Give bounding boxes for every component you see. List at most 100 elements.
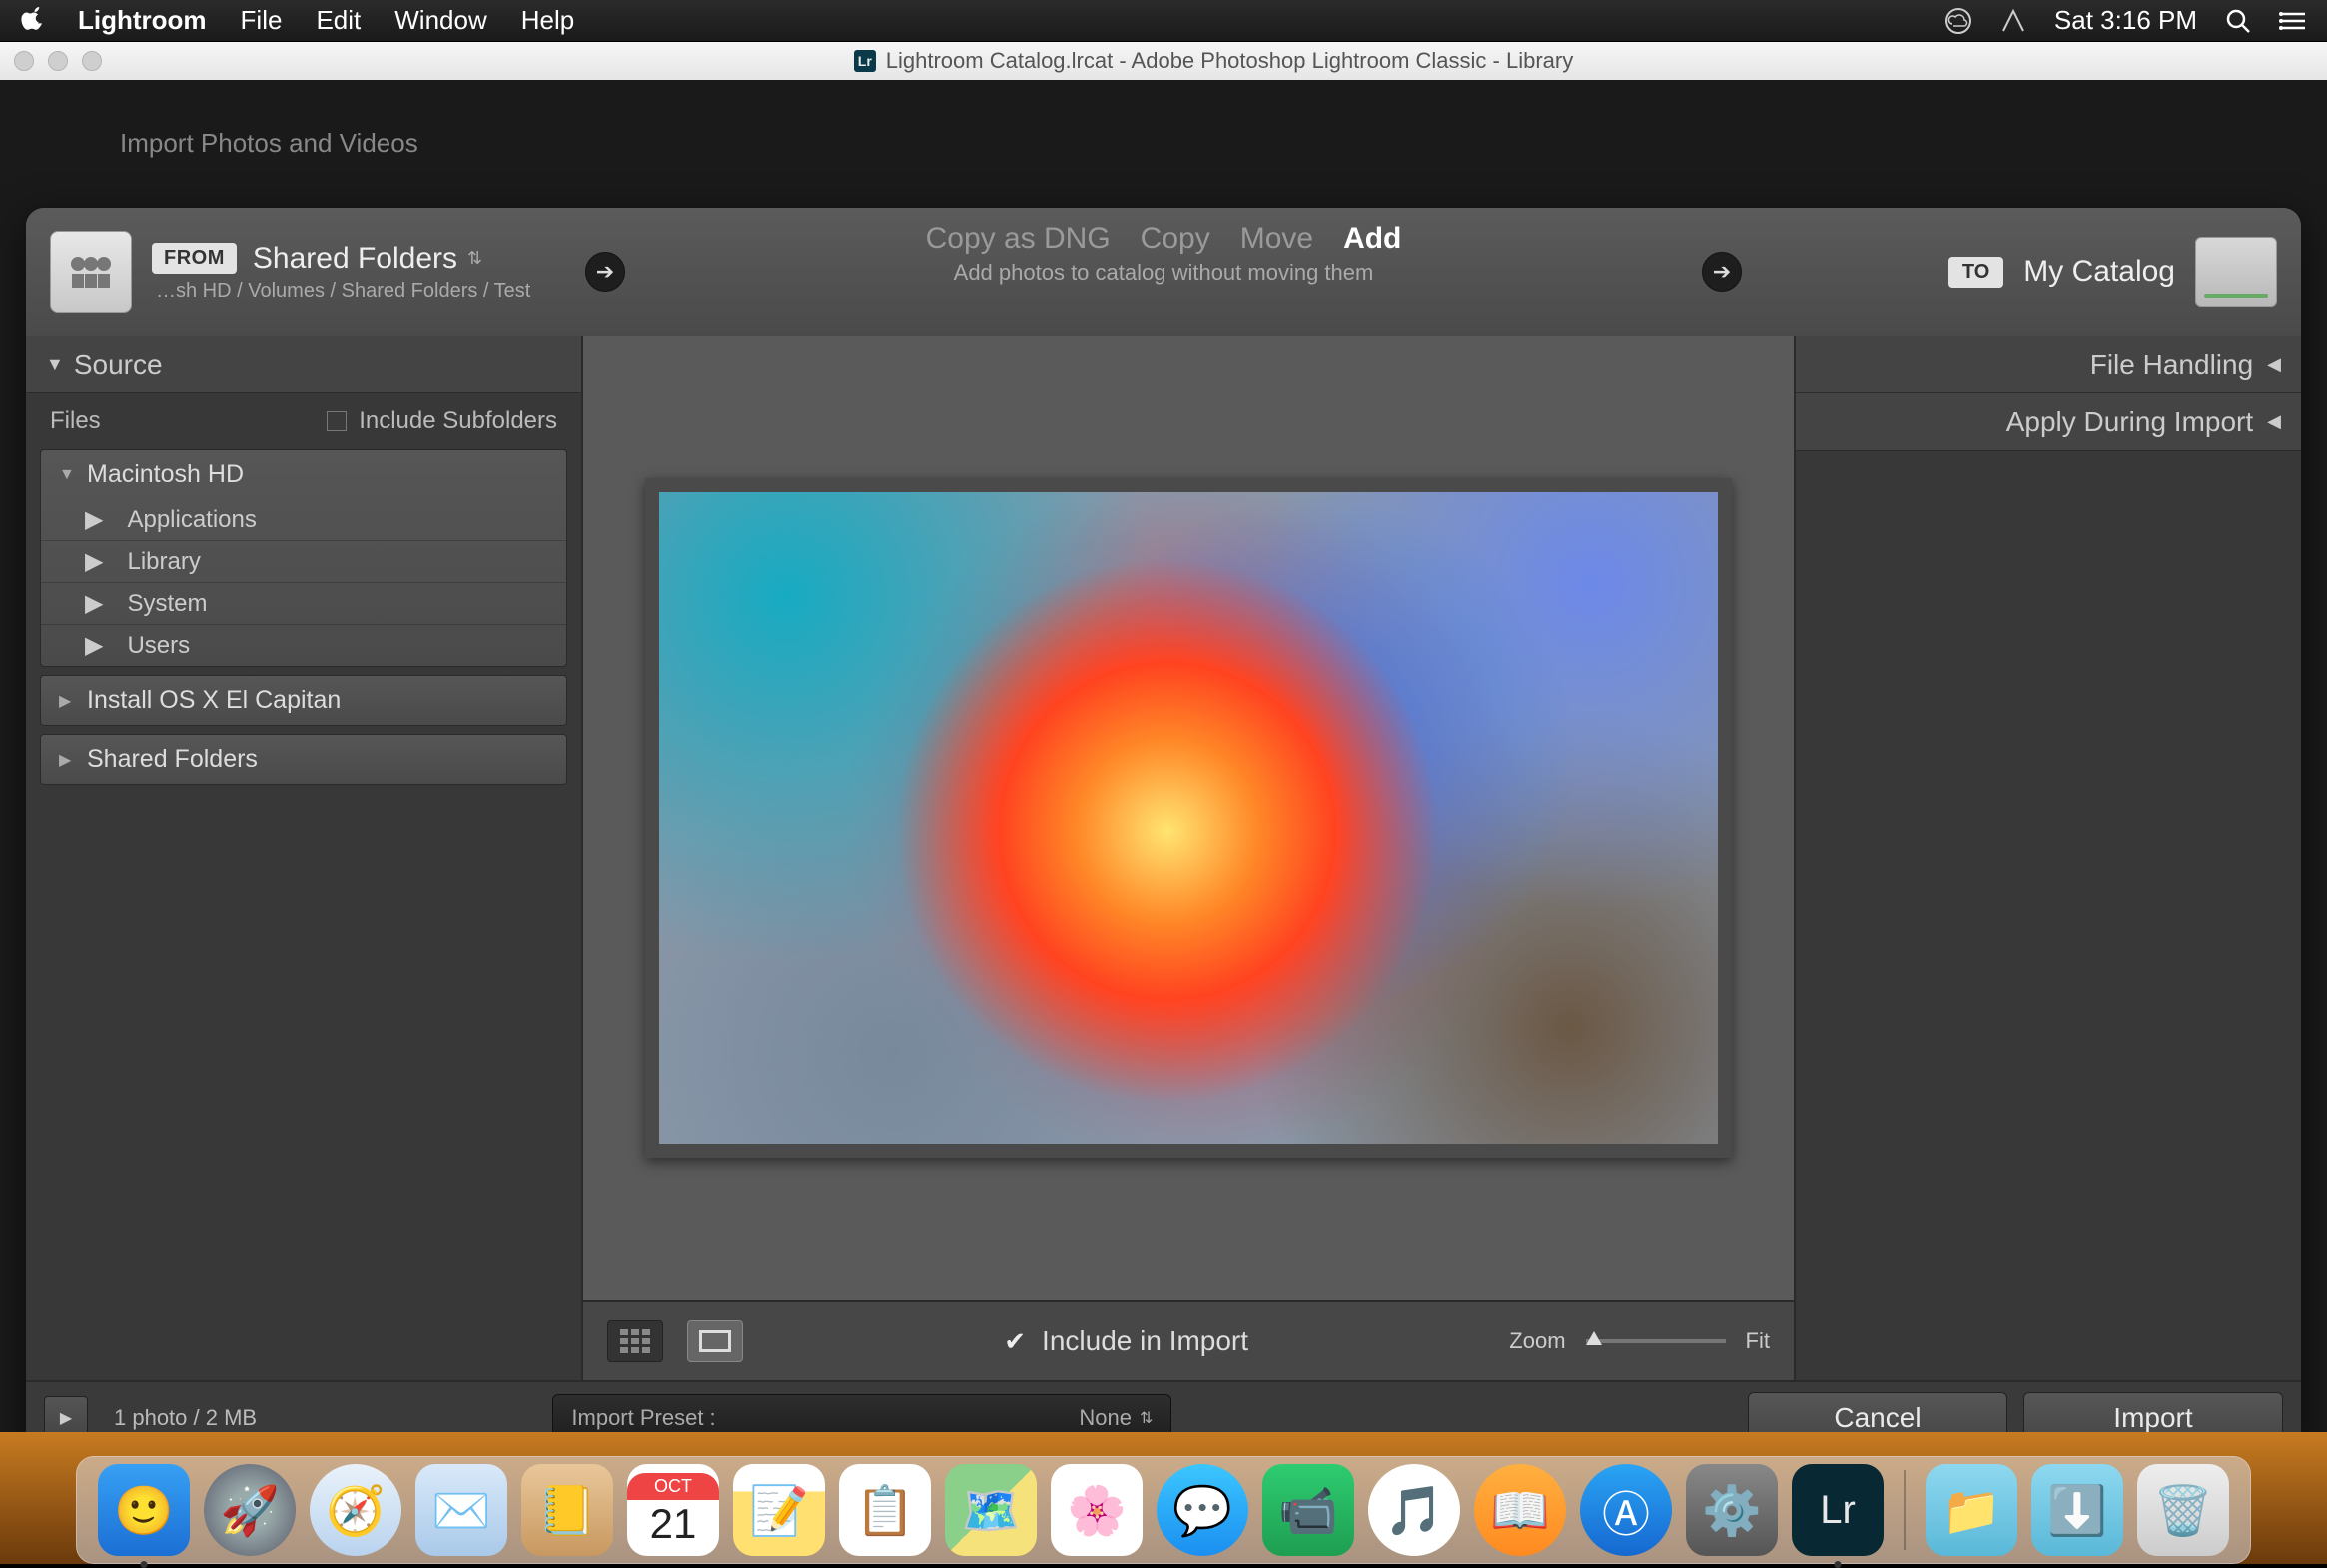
tree-label: Users bbox=[127, 632, 190, 660]
menu-file[interactable]: File bbox=[241, 5, 283, 36]
tree-row[interactable]: ▶ Shared Folders bbox=[41, 735, 566, 784]
menubar-app-name[interactable]: Lightroom bbox=[78, 5, 207, 36]
triangle-down-icon: ▼ bbox=[46, 354, 64, 375]
grid-view-button[interactable] bbox=[607, 1320, 663, 1362]
calendar-month: OCT bbox=[627, 1473, 719, 1500]
tree-node-shared-folders: ▶ Shared Folders bbox=[40, 734, 567, 785]
triangle-right-icon: ▶ bbox=[59, 691, 75, 711]
panel-title: Apply During Import bbox=[2006, 406, 2253, 438]
dock-reminders-icon[interactable]: 📋 bbox=[839, 1464, 931, 1556]
photo-thumbnail[interactable] bbox=[645, 478, 1732, 1158]
file-handling-panel-header[interactable]: File Handling ◀ bbox=[1796, 336, 2301, 393]
tree-label: Library bbox=[127, 548, 200, 576]
menu-help[interactable]: Help bbox=[521, 5, 574, 36]
preset-label: Import Preset : bbox=[571, 1405, 715, 1431]
dock-mail-icon[interactable]: ✉️ bbox=[415, 1464, 507, 1556]
menu-edit[interactable]: Edit bbox=[316, 5, 361, 36]
thumbnail-area bbox=[583, 336, 1794, 1300]
window-close-button[interactable] bbox=[14, 51, 34, 71]
loupe-view-button[interactable] bbox=[687, 1320, 743, 1362]
dock-ibooks-icon[interactable]: 📖 bbox=[1474, 1464, 1566, 1556]
mode-copy[interactable]: Copy bbox=[1141, 222, 1210, 256]
lightroom-badge-icon: Lr bbox=[854, 50, 876, 72]
include-subfolders-checkbox[interactable]: Include Subfolders bbox=[327, 407, 557, 435]
mode-add[interactable]: Add bbox=[1343, 222, 1401, 256]
dock-facetime-icon[interactable]: 📹 bbox=[1262, 1464, 1354, 1556]
macos-menubar: Lightroom File Edit Window Help Sat 3:16… bbox=[0, 0, 2327, 42]
apply-during-import-panel-header[interactable]: Apply During Import ◀ bbox=[1796, 393, 2301, 451]
tree-row[interactable]: ▶Users bbox=[41, 624, 566, 666]
triangle-left-icon: ◀ bbox=[2267, 411, 2281, 432]
tree-row[interactable]: ▼ Macintosh HD bbox=[41, 450, 566, 499]
menubar-clock[interactable]: Sat 3:16 PM bbox=[2054, 5, 2197, 36]
arrow-right-button-2[interactable]: ➔ bbox=[1702, 252, 1742, 292]
mode-move[interactable]: Move bbox=[1240, 222, 1313, 256]
panel-title: File Handling bbox=[2090, 349, 2253, 381]
photo-count-label: 1 photo / 2 MB bbox=[114, 1405, 257, 1431]
dock-maps-icon[interactable]: 🗺️ bbox=[945, 1464, 1037, 1556]
arrow-right-button[interactable]: ➔ bbox=[585, 252, 625, 292]
from-badge: FROM bbox=[152, 243, 237, 274]
dock-photos-icon[interactable]: 🌸 bbox=[1051, 1464, 1143, 1556]
mode-subtitle: Add photos to catalog without moving the… bbox=[954, 260, 1374, 286]
dock-separator bbox=[1904, 1470, 1906, 1550]
files-label: Files bbox=[50, 407, 101, 435]
tree-label: System bbox=[127, 590, 207, 618]
chevron-updown-icon: ⇅ bbox=[467, 248, 482, 269]
destination-disk-icon[interactable] bbox=[2195, 237, 2277, 307]
obscured-window-title: Import Photos and Videos bbox=[120, 128, 418, 159]
tree-row[interactable]: ▶Applications bbox=[41, 499, 566, 540]
macos-dock: 🙂 🚀 🧭 ✉️ 📒 OCT21 📝 📋 🗺️ 🌸 💬 📹 🎵 📖 Ⓐ ⚙️ L… bbox=[76, 1456, 2251, 1564]
creative-cloud-icon[interactable] bbox=[1944, 7, 1972, 35]
include-in-import-toggle[interactable]: ✔ Include in Import bbox=[767, 1325, 1485, 1357]
source-device-icon[interactable] bbox=[50, 231, 132, 313]
destination-block: TO My Catalog bbox=[1948, 237, 2277, 307]
photo-preview-image bbox=[659, 492, 1718, 1144]
dock-launchpad-icon[interactable]: 🚀 bbox=[204, 1464, 296, 1556]
tree-node-install-osx: ▶ Install OS X El Capitan bbox=[40, 675, 567, 726]
apple-menu-icon[interactable] bbox=[20, 7, 44, 35]
dock-contacts-icon[interactable]: 📒 bbox=[521, 1464, 613, 1556]
notification-center-icon[interactable] bbox=[2279, 10, 2307, 32]
spotlight-icon[interactable] bbox=[2225, 8, 2251, 34]
zoom-slider[interactable] bbox=[1586, 1339, 1726, 1343]
menu-window[interactable]: Window bbox=[394, 5, 486, 36]
import-dialog: FROM Shared Folders ⇅ …sh HD / Volumes /… bbox=[26, 208, 2301, 1454]
import-header: FROM Shared Folders ⇅ …sh HD / Volumes /… bbox=[26, 208, 2301, 336]
dock-messages-icon[interactable]: 💬 bbox=[1157, 1464, 1248, 1556]
app-body: Import Photos and Videos FROM Shared Fol… bbox=[0, 80, 2327, 1564]
dock-downloads-folder-icon[interactable]: ⬇️ bbox=[2031, 1464, 2123, 1556]
dock-system-preferences-icon[interactable]: ⚙️ bbox=[1686, 1464, 1778, 1556]
source-panel-header[interactable]: ▼ Source bbox=[26, 336, 581, 393]
dock-notes-icon[interactable]: 📝 bbox=[733, 1464, 825, 1556]
dock-calendar-icon[interactable]: OCT21 bbox=[627, 1464, 719, 1556]
source-title-dropdown[interactable]: Shared Folders ⇅ bbox=[253, 242, 482, 276]
triangle-right-icon: ▶ bbox=[85, 505, 103, 534]
dock-applications-folder-icon[interactable]: 📁 bbox=[1926, 1464, 2017, 1556]
menubar-left: Lightroom File Edit Window Help bbox=[20, 5, 574, 36]
destination-title[interactable]: My Catalog bbox=[2023, 255, 2175, 289]
zoom-controls: Zoom Fit bbox=[1509, 1328, 1770, 1354]
chevron-updown-icon: ⇅ bbox=[1140, 1408, 1153, 1428]
tree-row[interactable]: ▶ Library bbox=[41, 540, 566, 582]
dock-itunes-icon[interactable]: 🎵 bbox=[1368, 1464, 1460, 1556]
import-body: ▼ Source Files Include Subfolders ▼ Maci… bbox=[26, 336, 2301, 1380]
dock-appstore-icon[interactable]: Ⓐ bbox=[1580, 1464, 1672, 1556]
triangle-right-icon: ▶ bbox=[59, 750, 75, 770]
triangle-right-icon: ▶ bbox=[85, 547, 103, 576]
dock-lightroom-icon[interactable]: Lr bbox=[1792, 1464, 1884, 1556]
menubar-extra-icon[interactable] bbox=[2000, 8, 2026, 34]
mode-copy-dng[interactable]: Copy as DNG bbox=[926, 222, 1111, 256]
checkmark-icon: ✔ bbox=[1004, 1326, 1026, 1357]
tree-row[interactable]: ▶System bbox=[41, 582, 566, 624]
fit-label[interactable]: Fit bbox=[1746, 1328, 1770, 1354]
tree-node-macintosh-hd: ▼ Macintosh HD ▶Applications ▶Library ▶S… bbox=[40, 449, 567, 667]
dock-trash-icon[interactable]: 🗑️ bbox=[2137, 1464, 2229, 1556]
dock-safari-icon[interactable]: 🧭 bbox=[310, 1464, 401, 1556]
tree-row[interactable]: ▶ Install OS X El Capitan bbox=[41, 676, 566, 725]
window-zoom-button[interactable] bbox=[82, 51, 102, 71]
window-minimize-button[interactable] bbox=[48, 51, 68, 71]
dock-finder-icon[interactable]: 🙂 bbox=[98, 1464, 190, 1556]
window-title-text: Lightroom Catalog.lrcat - Adobe Photosho… bbox=[886, 48, 1573, 74]
source-block: FROM Shared Folders ⇅ …sh HD / Volumes /… bbox=[152, 242, 530, 303]
